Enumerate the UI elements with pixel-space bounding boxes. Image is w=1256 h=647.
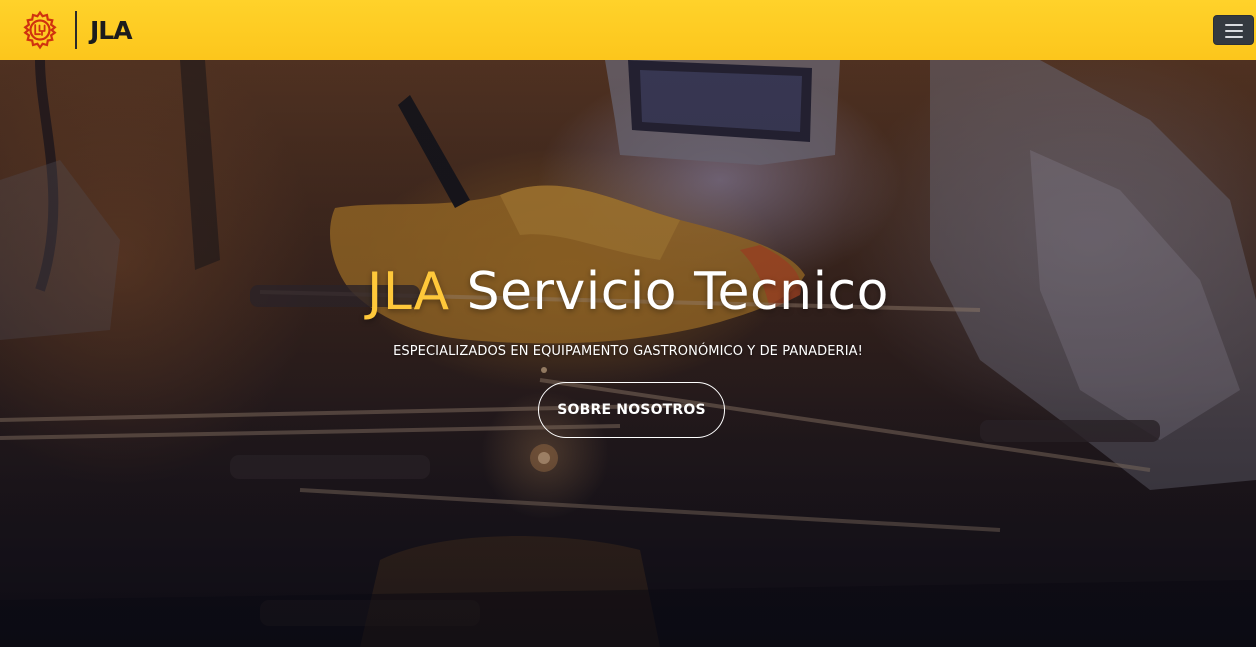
hamburger-menu-icon xyxy=(1225,24,1243,38)
about-us-button[interactable]: SOBRE NOSOTROS xyxy=(538,382,725,438)
top-navbar: JLA xyxy=(0,0,1256,60)
menu-toggle-button[interactable] xyxy=(1213,15,1254,45)
hero-title-main: Servicio Tecnico xyxy=(466,262,889,322)
brand-name: JLA xyxy=(90,15,133,45)
hero-section: JLA Servicio Tecnico ESPECIALIZADOS EN E… xyxy=(0,60,1256,647)
brand-divider xyxy=(75,11,77,49)
hero-content: JLA Servicio Tecnico ESPECIALIZADOS EN E… xyxy=(0,60,1256,647)
hero-title: JLA Servicio Tecnico xyxy=(0,256,1256,328)
hero-subtitle: ESPECIALIZADOS EN EQUIPAMENTO GASTRONÓMI… xyxy=(393,344,863,359)
brand-link[interactable]: JLA xyxy=(20,9,133,51)
gear-logo-icon xyxy=(20,10,60,50)
hero-title-accent: JLA xyxy=(367,262,450,322)
